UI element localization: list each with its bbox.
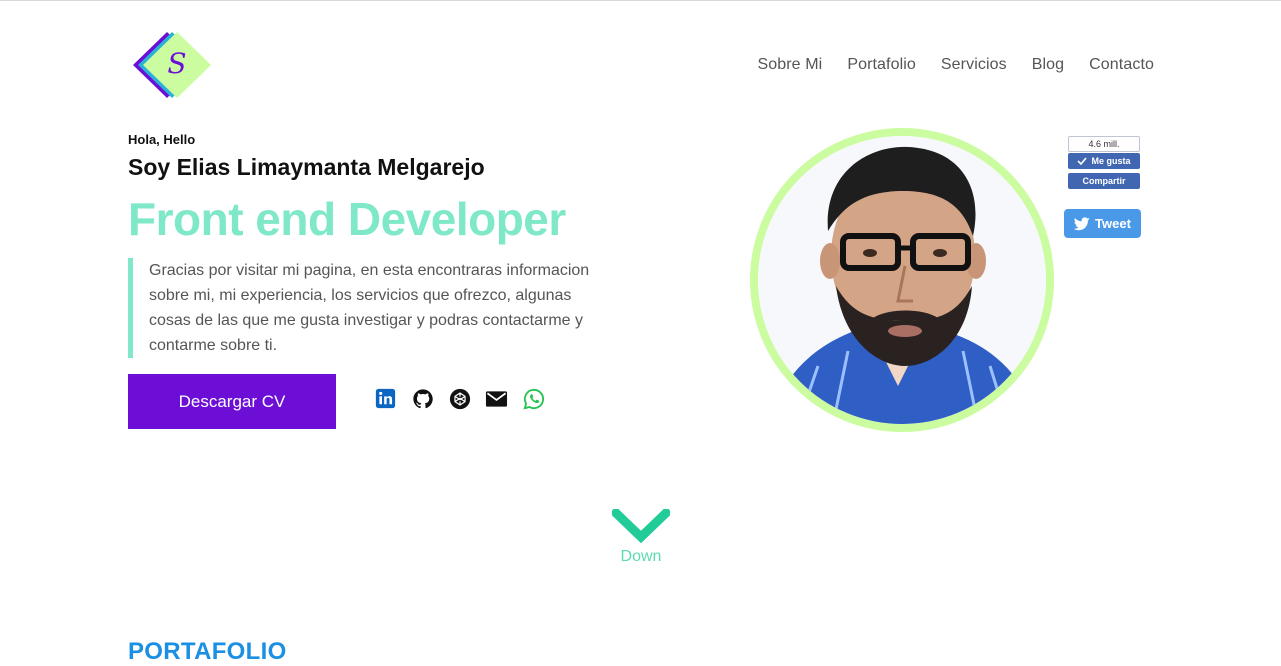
check-icon <box>1077 157 1088 165</box>
down-label: Down <box>620 548 662 565</box>
logo-letter: S <box>167 47 186 80</box>
tweet-button[interactable]: Tweet <box>1064 209 1141 238</box>
facebook-like-button[interactable]: Me gusta <box>1068 153 1140 169</box>
facebook-like-count: 4.6 mill. <box>1068 136 1140 152</box>
facebook-share-button[interactable]: Compartir <box>1068 173 1140 189</box>
mail-icon[interactable] <box>485 387 508 410</box>
chevron-down-icon <box>609 506 673 544</box>
twitter-bird-icon <box>1074 216 1090 230</box>
greeting: Hola, Hello <box>128 132 196 147</box>
social-links <box>374 387 545 410</box>
portfolio-section-title: PORTAFOLIO <box>128 638 287 665</box>
nav-sobre-mi[interactable]: Sobre Mi <box>757 56 822 74</box>
hero-role: Front end Developer <box>128 193 566 245</box>
scroll-down-link[interactable]: Down <box>609 506 673 566</box>
hero-name: Soy Elias Limaymanta Melgarejo <box>128 154 485 180</box>
facebook-like-widget: 4.6 mill. Me gusta Compartir <box>1068 136 1140 189</box>
site-logo[interactable]: S <box>131 30 213 100</box>
facebook-like-label: Me gusta <box>1091 156 1131 166</box>
tweet-label: Tweet <box>1095 216 1131 231</box>
nav-blog[interactable]: Blog <box>1032 56 1064 74</box>
main-nav: Sobre Mi Portafolio Servicios Blog Conta… <box>757 56 1154 74</box>
intro-block: Gracias por visitar mi pagina, en esta e… <box>128 258 598 358</box>
linkedin-icon[interactable] <box>374 387 397 410</box>
top-divider <box>0 0 1281 1</box>
profile-photo <box>750 128 1054 432</box>
github-icon[interactable] <box>411 387 434 410</box>
nav-contacto[interactable]: Contacto <box>1089 56 1154 74</box>
nav-portafolio[interactable]: Portafolio <box>847 56 916 74</box>
nav-servicios[interactable]: Servicios <box>941 56 1007 74</box>
download-cv-button[interactable]: Descargar CV <box>128 374 336 429</box>
codepen-icon[interactable] <box>448 387 471 410</box>
whatsapp-icon[interactable] <box>522 387 545 410</box>
intro-text: Gracias por visitar mi pagina, en esta e… <box>149 262 590 354</box>
